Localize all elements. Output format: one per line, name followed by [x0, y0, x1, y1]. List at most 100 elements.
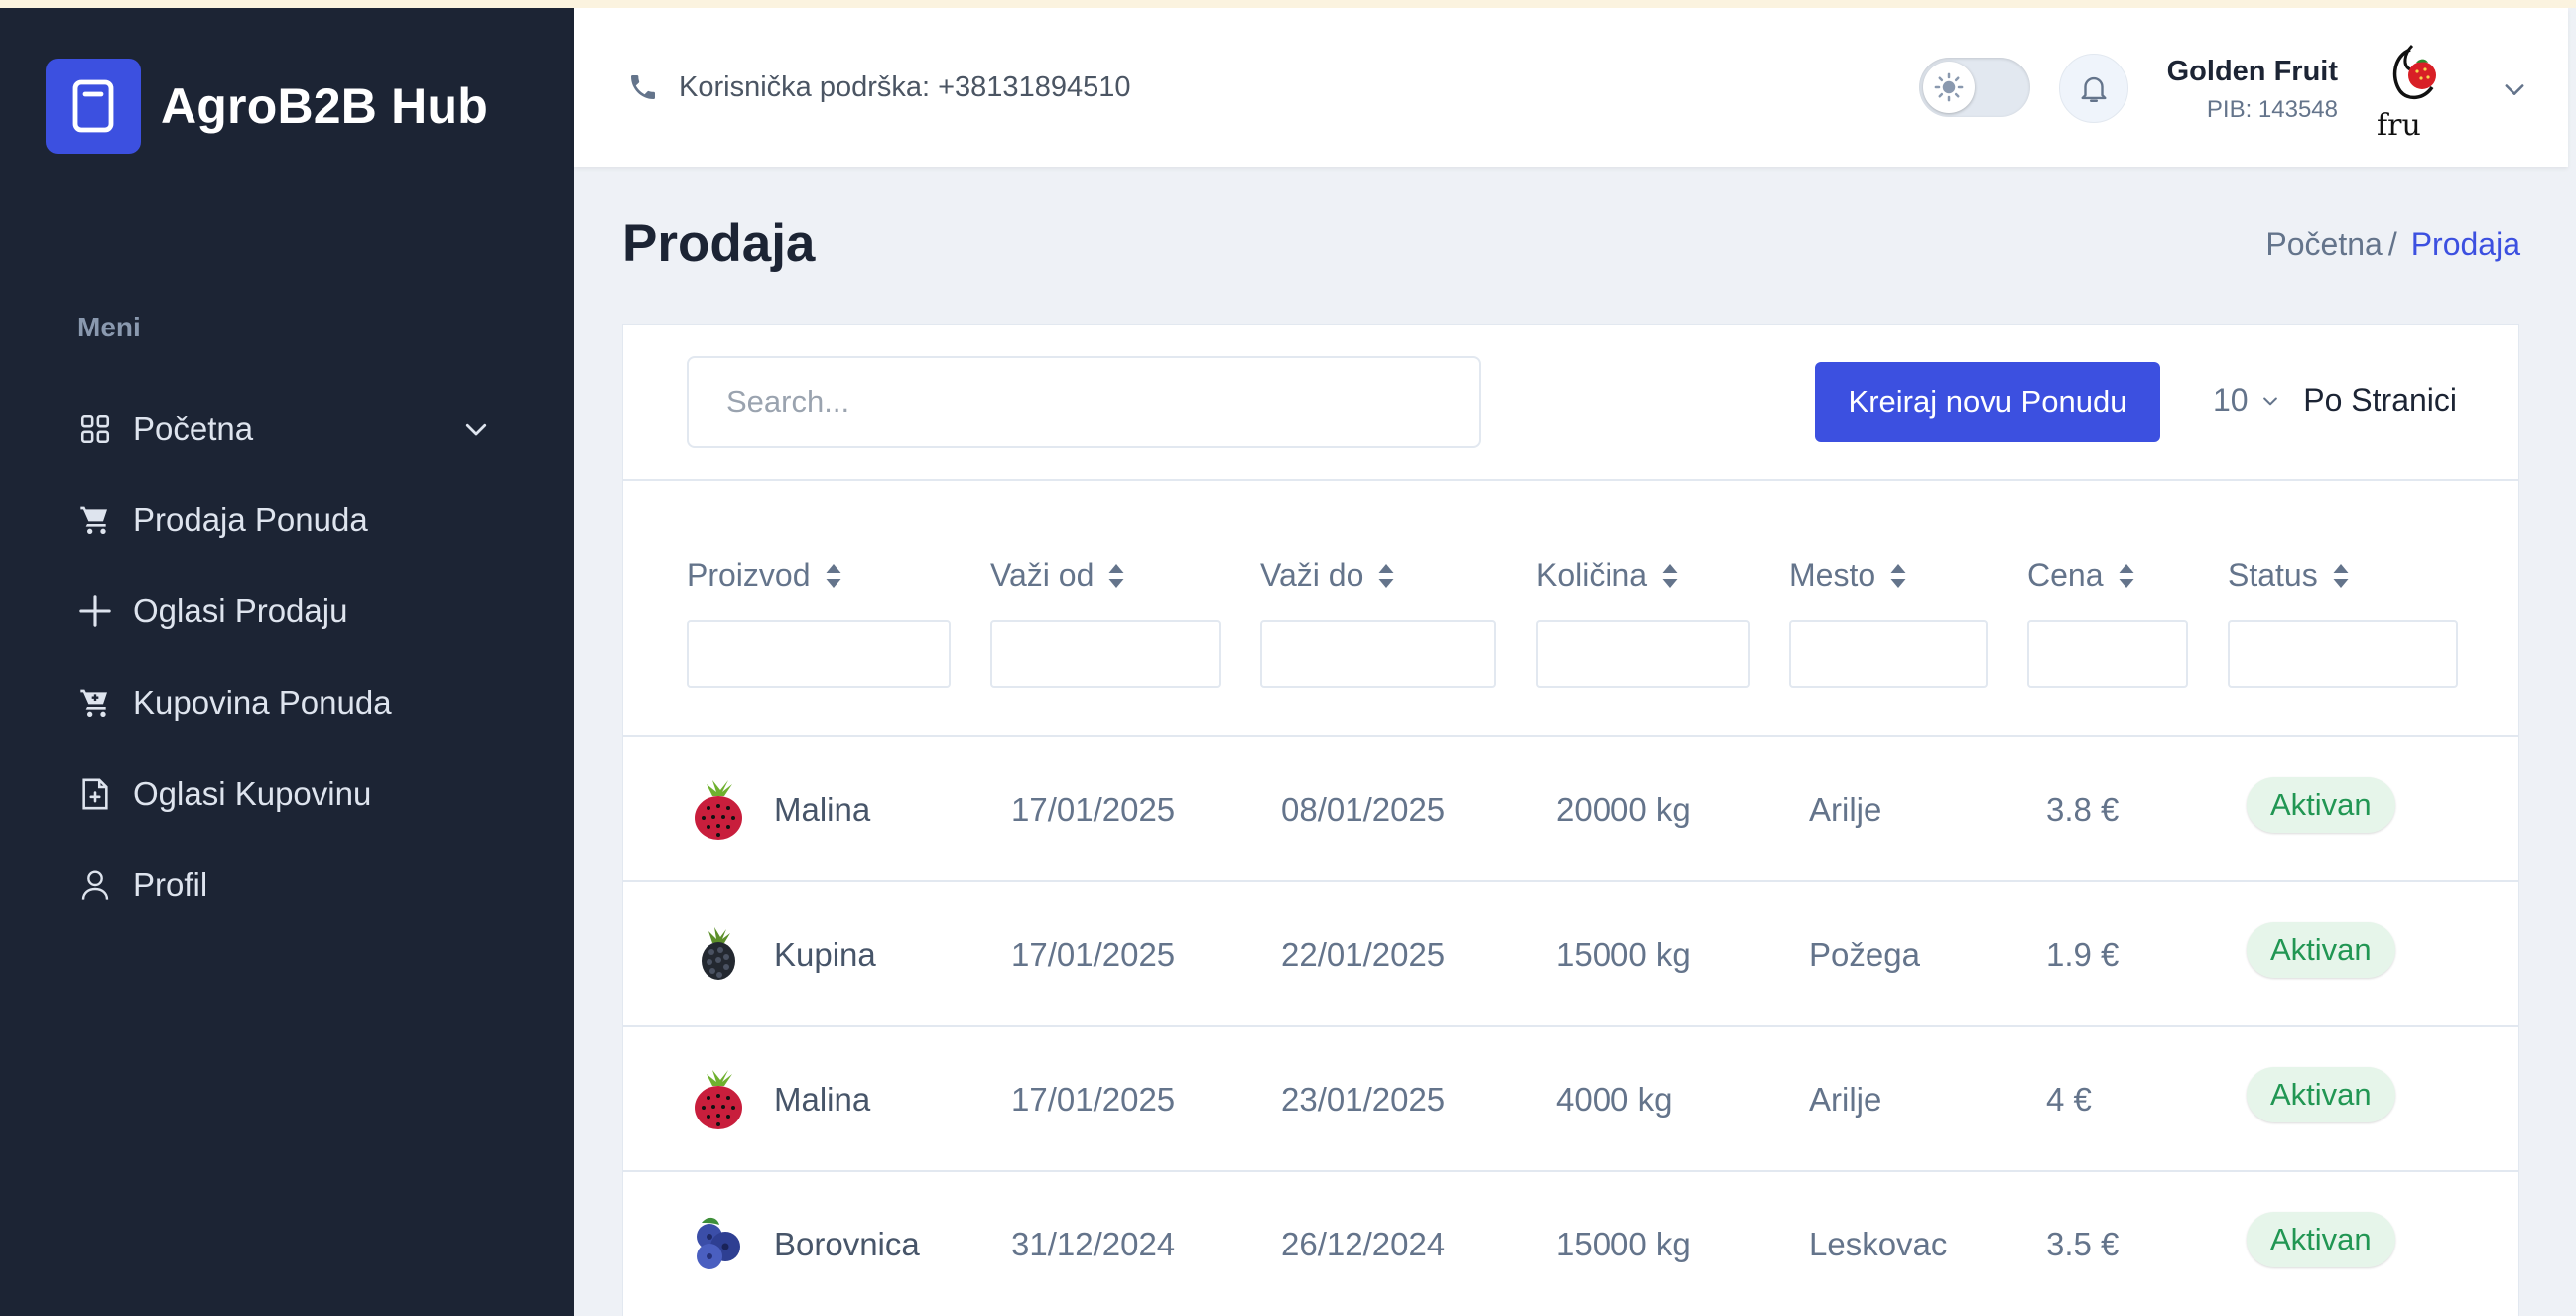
- create-offer-button[interactable]: Kreiraj novu Ponudu: [1815, 362, 2160, 442]
- chevron-down-icon[interactable]: [2497, 71, 2532, 107]
- company-pib: PIB: 143548: [2206, 96, 2338, 123]
- status-badge: Aktivan: [2247, 777, 2395, 833]
- sidebar-menu: Početna Prodaja Ponuda Oglasi Prodaju Ku…: [77, 383, 494, 931]
- cart-icon: [77, 502, 113, 538]
- sort-icon: [825, 562, 842, 590]
- app-name: AgroB2B Hub: [161, 78, 488, 134]
- sidebar-item-kupovina-ponuda[interactable]: Kupovina Ponuda: [77, 657, 494, 748]
- filter-vazi-do-input[interactable]: [1260, 620, 1496, 688]
- breadcrumb-home[interactable]: Početna: [2265, 226, 2382, 263]
- sidebar-item-label: Oglasi Prodaju: [133, 592, 348, 629]
- cell-quantity: 15000 kg: [1556, 936, 1691, 973]
- status-badge: Aktivan: [2247, 1212, 2395, 1267]
- filter-status-input[interactable]: [2228, 620, 2458, 688]
- column-header-cena[interactable]: Cena: [2027, 557, 2135, 593]
- sidebar-item-oglasi-prodaju[interactable]: Oglasi Prodaju: [77, 566, 494, 657]
- sidebar: AgroB2B Hub Meni Početna Prodaja Ponuda …: [0, 8, 574, 1316]
- theme-toggle[interactable]: [1919, 58, 2030, 117]
- column-header-kolicina[interactable]: Količina: [1536, 557, 1679, 593]
- sidebar-item-pocetna[interactable]: Početna: [77, 383, 494, 474]
- filter-mesto-input[interactable]: [1789, 620, 1988, 688]
- chevron-down-icon: [2260, 391, 2280, 411]
- cell-from: 17/01/2025: [1011, 791, 1176, 828]
- table-row[interactable]: Malina 17/01/2025 23/01/2025 4000 kg Ari…: [623, 1025, 2518, 1170]
- cell-to: 26/12/2024: [1281, 1226, 1446, 1262]
- cell-quantity: 20000 kg: [1556, 791, 1691, 828]
- company-avatar[interactable]: fru: [2375, 42, 2470, 137]
- cell-to: 23/01/2025: [1281, 1081, 1446, 1118]
- filter-cena-input[interactable]: [2027, 620, 2188, 688]
- status-badge: Aktivan: [2247, 922, 2395, 978]
- menu-title: Meni: [77, 312, 141, 342]
- sidebar-item-label: Početna: [133, 410, 254, 447]
- column-header-mesto[interactable]: Mesto: [1789, 557, 1907, 593]
- cell-place: Arilje: [1809, 791, 1882, 828]
- filter-vazi-od-input[interactable]: [990, 620, 1221, 688]
- filter-proizvod-input[interactable]: [687, 620, 951, 688]
- filter-kolicina-input[interactable]: [1536, 620, 1750, 688]
- cell-place: Požega: [1809, 936, 1920, 973]
- plus-icon: [77, 593, 113, 629]
- sort-icon: [1661, 562, 1679, 590]
- search-input[interactable]: [687, 356, 1481, 448]
- top-accent-line: [0, 0, 2576, 8]
- sort-icon: [2332, 562, 2350, 590]
- per-page-value: 10: [2213, 382, 2249, 418]
- cell-to: 08/01/2025: [1281, 791, 1446, 828]
- divider: [623, 479, 2518, 481]
- cell-price: 3.8 €: [2046, 791, 2120, 828]
- top-header: Korisnička podrška: +38131894510 Golden …: [574, 8, 2568, 167]
- sidebar-item-label: Oglasi Kupovinu: [133, 775, 372, 812]
- cell-price: 3.5 €: [2046, 1226, 2120, 1262]
- support-contact[interactable]: Korisnička podrška: +38131894510: [625, 69, 1130, 105]
- per-page-select[interactable]: 10: [2213, 382, 2302, 419]
- column-header-vazi-od[interactable]: Važi od: [990, 557, 1125, 593]
- sidebar-item-label: Profil: [133, 866, 208, 903]
- cell-from: 17/01/2025: [1011, 936, 1176, 973]
- phone-icon: [625, 69, 661, 105]
- support-text: Korisnička podrška: +38131894510: [679, 70, 1131, 103]
- chevron-down-icon[interactable]: [458, 411, 494, 447]
- brand[interactable]: AgroB2B Hub: [46, 59, 488, 154]
- sidebar-item-label: Prodaja Ponuda: [133, 501, 368, 538]
- sidebar-item-label: Kupovina Ponuda: [133, 684, 392, 721]
- bell-icon: [2077, 71, 2111, 105]
- sidebar-item-oglasi-kupovinu[interactable]: Oglasi Kupovinu: [77, 748, 494, 840]
- sidebar-item-profil[interactable]: Profil: [77, 840, 494, 931]
- column-header-status[interactable]: Status: [2228, 557, 2350, 593]
- table-body: Malina 17/01/2025 08/01/2025 20000 kg Ar…: [623, 735, 2518, 1315]
- sort-icon: [1377, 562, 1395, 590]
- blueberry-icon: [687, 1210, 750, 1277]
- column-header-vazi-do[interactable]: Važi do: [1260, 557, 1395, 593]
- table-row[interactable]: Malina 17/01/2025 08/01/2025 20000 kg Ar…: [623, 735, 2518, 880]
- cell-price: 1.9 €: [2046, 936, 2120, 973]
- column-label: Važi od: [990, 557, 1095, 592]
- column-label: Količina: [1536, 557, 1648, 592]
- notifications-button[interactable]: [2059, 54, 2128, 123]
- sort-icon: [2118, 562, 2135, 590]
- document-icon: [77, 776, 113, 812]
- offers-card: Kreiraj novu Ponudu 10 Po Stranici Proiz…: [622, 324, 2519, 1316]
- company-info[interactable]: Golden Fruit PIB: 143548: [2167, 56, 2338, 124]
- company-name: Golden Fruit: [2166, 56, 2338, 87]
- sun-icon: [1923, 62, 1975, 113]
- table-row[interactable]: Kupina 17/01/2025 22/01/2025 15000 kg Po…: [623, 880, 2518, 1025]
- cell-product: Kupina: [774, 936, 876, 973]
- column-label: Mesto: [1789, 557, 1876, 592]
- cell-product: Borovnica: [774, 1226, 920, 1262]
- avatar-text: fru: [2377, 108, 2421, 137]
- cell-product: Malina: [774, 1081, 871, 1118]
- breadcrumb-separator: /: [2387, 226, 2397, 262]
- cell-quantity: 15000 kg: [1556, 1226, 1691, 1262]
- breadcrumb-current: Prodaja: [2410, 226, 2520, 262]
- cell-from: 31/12/2024: [1011, 1226, 1176, 1262]
- column-label: Važi do: [1260, 557, 1364, 592]
- sidebar-item-prodaja-ponuda[interactable]: Prodaja Ponuda: [77, 474, 494, 566]
- cell-price: 4 €: [2046, 1081, 2092, 1118]
- table-row[interactable]: Borovnica 31/12/2024 26/12/2024 15000 kg…: [623, 1170, 2518, 1315]
- column-label: Status: [2228, 557, 2318, 592]
- column-header-proizvod[interactable]: Proizvod: [687, 557, 842, 593]
- raspberry-icon: [687, 1065, 750, 1132]
- cell-place: Leskovac: [1809, 1226, 1948, 1262]
- user-icon: [77, 867, 113, 903]
